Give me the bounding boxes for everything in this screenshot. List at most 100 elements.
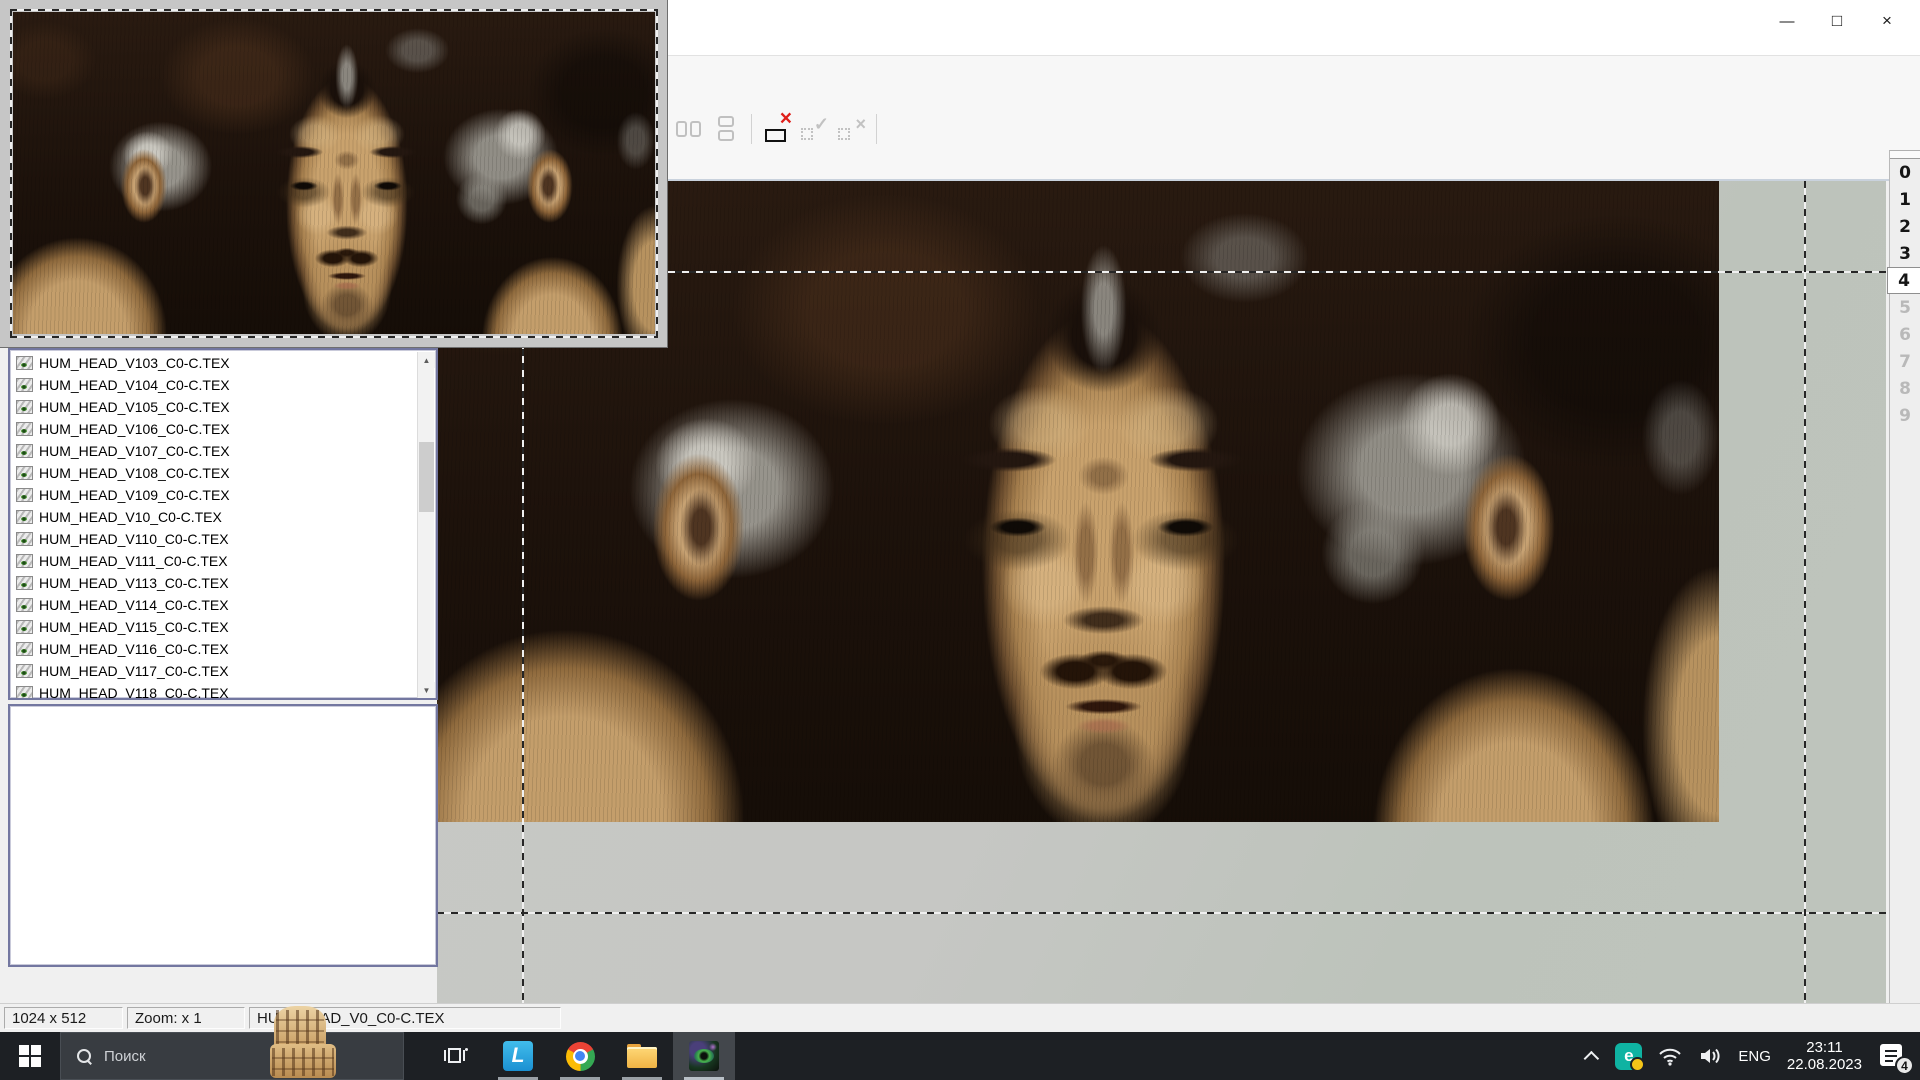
search-placeholder-text: Поиск	[104, 1048, 146, 1065]
texture-file-icon	[16, 356, 33, 370]
file-list-item[interactable]: HUM_HEAD_V104_C0-C.TEX	[12, 374, 417, 396]
file-name-label: HUM_HEAD_V109_C0-C.TEX	[39, 487, 230, 503]
texture-editor-icon	[689, 1041, 719, 1071]
file-name-label: HUM_HEAD_V104_C0-C.TEX	[39, 377, 230, 393]
selection-cancel-icon: ×	[836, 114, 866, 144]
start-button[interactable]	[0, 1032, 60, 1080]
file-list-item[interactable]: HUM_HEAD_V114_C0-C.TEX	[12, 594, 417, 616]
mip-level[interactable]: 8	[1890, 375, 1920, 402]
system-tray: e ENG 23:11 22.08.2023 4	[1588, 1032, 1920, 1080]
file-list-item[interactable]: HUM_HEAD_V103_C0-C.TEX	[12, 352, 417, 374]
maximize-button[interactable]: □	[1812, 0, 1862, 42]
windows-logo-icon	[19, 1045, 41, 1067]
texture-file-icon	[16, 664, 33, 678]
chrome-icon	[566, 1042, 595, 1071]
file-rows: HUM_HEAD_V103_C0-C.TEX HUM_HEAD_V104_C0-…	[12, 352, 417, 698]
status-dimensions: 1024 x 512	[4, 1007, 123, 1029]
l-app-icon: L	[503, 1041, 533, 1071]
window-controls: — □ ×	[1762, 0, 1912, 44]
search-icon	[77, 1049, 92, 1064]
file-name-label: HUM_HEAD_V116_C0-C.TEX	[39, 641, 229, 657]
file-list-item[interactable]: HUM_HEAD_V105_C0-C.TEX	[12, 396, 417, 418]
hidden-icons-chevron-icon[interactable]	[1584, 1050, 1600, 1066]
texture-file-icon	[16, 378, 33, 392]
texture-file-icon	[16, 510, 33, 524]
action-center-button[interactable]: 4	[1878, 1041, 1908, 1071]
file-list-item[interactable]: HUM_HEAD_V116_C0-C.TEX	[12, 638, 417, 660]
texture-file-icon	[16, 422, 33, 436]
notification-count-badge: 4	[1895, 1056, 1914, 1075]
file-list-item[interactable]: HUM_HEAD_V110_C0-C.TEX	[12, 528, 417, 550]
mip-level[interactable]: 9	[1890, 402, 1920, 429]
file-list-item[interactable]: HUM_HEAD_V115_C0-C.TEX	[12, 616, 417, 638]
file-list-item[interactable]: HUM_HEAD_V109_C0-C.TEX	[12, 484, 417, 506]
chrome-button[interactable]	[549, 1032, 611, 1080]
head-texture-preview	[13, 12, 655, 334]
desktop: — □ × × ✓ ×	[0, 0, 1920, 1080]
file-name-label: HUM_HEAD_V103_C0-C.TEX	[39, 355, 230, 371]
file-list-item[interactable]: HUM_HEAD_V107_C0-C.TEX	[12, 440, 417, 462]
toolbar-separator	[876, 114, 877, 144]
scroll-down-icon[interactable]: ▼	[418, 682, 435, 698]
scroll-up-icon[interactable]: ▲	[418, 352, 435, 368]
keyboard-language-indicator[interactable]: ENG	[1738, 1048, 1771, 1065]
file-list-item[interactable]: HUM_HEAD_V106_C0-C.TEX	[12, 418, 417, 440]
file-name-label: HUM_HEAD_V106_C0-C.TEX	[39, 421, 230, 437]
mip-level[interactable]: 4	[1887, 267, 1920, 294]
folder-icon	[627, 1044, 657, 1068]
taskbar-clock[interactable]: 23:11 22.08.2023	[1787, 1039, 1862, 1073]
texture-file-icon	[16, 400, 33, 414]
close-button[interactable]: ×	[1862, 0, 1912, 42]
wifi-icon[interactable]	[1658, 1046, 1682, 1066]
file-name-label: HUM_HEAD_V113_C0-C.TEX	[39, 575, 229, 591]
volume-icon[interactable]	[1698, 1046, 1722, 1066]
texture-file-icon	[16, 642, 33, 656]
l-app-button[interactable]: L	[487, 1032, 549, 1080]
close-texture-icon[interactable]: ×	[762, 114, 792, 144]
file-list-item[interactable]: HUM_HEAD_V10_C0-C.TEX	[12, 506, 417, 528]
file-name-label: HUM_HEAD_V118_C0-C.TEX	[39, 685, 229, 698]
file-name-label: HUM_HEAD_V111_C0-C.TEX	[39, 553, 228, 569]
scrollbar-thumb[interactable]	[419, 442, 434, 512]
file-list-item[interactable]: HUM_HEAD_V118_C0-C.TEX	[12, 682, 417, 698]
texture-file-icon	[16, 444, 33, 458]
texture-file-icon	[16, 466, 33, 480]
file-list-scrollbar[interactable]: ▲ ▼	[417, 352, 434, 698]
minimize-button[interactable]: —	[1762, 0, 1812, 42]
file-list-item[interactable]: HUM_HEAD_V111_C0-C.TEX	[12, 550, 417, 572]
mip-level[interactable]: 5	[1890, 294, 1920, 321]
antivirus-tray-icon[interactable]: e	[1615, 1043, 1642, 1070]
file-list-item[interactable]: HUM_HEAD_V108_C0-C.TEX	[12, 462, 417, 484]
file-explorer-button[interactable]	[611, 1032, 673, 1080]
toolbar-buttons: × ✓ ×	[660, 110, 880, 148]
file-name-label: HUM_HEAD_V10_C0-C.TEX	[39, 509, 222, 525]
file-list-item[interactable]: HUM_HEAD_V113_C0-C.TEX	[12, 572, 417, 594]
file-name-label: HUM_HEAD_V108_C0-C.TEX	[39, 465, 230, 481]
taskbar: Поиск L e	[0, 1032, 1920, 1080]
preview-ants-right	[656, 9, 658, 338]
flip-horizontal-icon	[674, 114, 704, 144]
file-list-item[interactable]: HUM_HEAD_V117_C0-C.TEX	[12, 660, 417, 682]
search-highlight-colosseum-icon[interactable]	[270, 1006, 336, 1078]
task-view-icon	[444, 1046, 468, 1066]
taskbar-app-buttons: L	[425, 1032, 735, 1080]
preview-ants-left	[10, 9, 12, 338]
texture-preview-window[interactable]	[0, 0, 668, 348]
mip-level[interactable]: 0	[1890, 159, 1920, 186]
selection-ants-right	[1804, 181, 1806, 1003]
file-name-label: HUM_HEAD_V107_C0-C.TEX	[39, 443, 230, 459]
mip-level-selector[interactable]: 0123456789	[1889, 150, 1920, 1003]
texture-editor-button[interactable]	[673, 1032, 735, 1080]
mip-level[interactable]: 7	[1890, 348, 1920, 375]
mip-level[interactable]: 1	[1890, 186, 1920, 213]
preview-ants-top	[10, 9, 658, 11]
task-view-button[interactable]	[425, 1032, 487, 1080]
info-panel	[8, 704, 438, 967]
toolbar-separator	[751, 114, 752, 144]
mip-level[interactable]: 6	[1890, 321, 1920, 348]
mip-level[interactable]: 3	[1890, 240, 1920, 267]
taskbar-search[interactable]: Поиск	[60, 1032, 404, 1080]
file-name-label: HUM_HEAD_V114_C0-C.TEX	[39, 597, 229, 613]
mip-level[interactable]: 2	[1890, 213, 1920, 240]
texture-file-icon	[16, 686, 33, 698]
